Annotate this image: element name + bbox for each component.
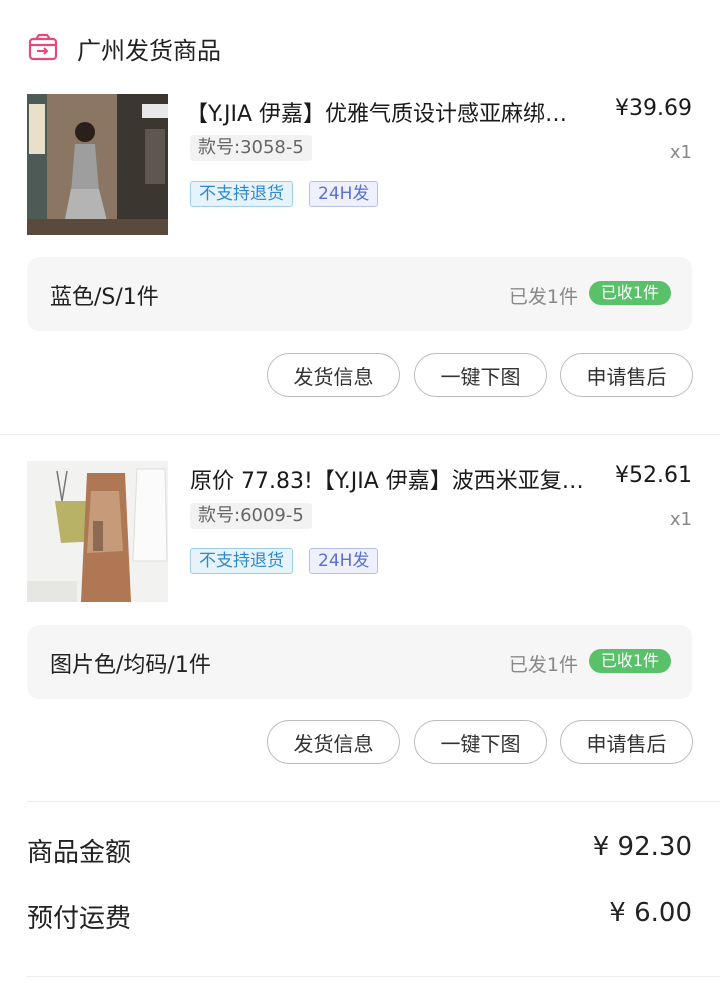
shipping-info-button[interactable]: 发货信息 [267,720,400,764]
after-sales-button[interactable]: 申请售后 [560,720,693,764]
product-image-1 [27,94,168,235]
received-badge: 已收1件 [588,649,671,673]
goods-amount-value: ¥ 92.30 [592,832,692,862]
product-thumbnail[interactable] [27,461,168,602]
divider [27,801,720,802]
section-header: 广州发货商品 [27,28,221,68]
variant-row: 蓝色/S/1件 已发1件 已收1件 [27,257,692,331]
divider [0,434,720,435]
ship-24h-tag: 24H发 [309,181,379,207]
goods-amount-row: 商品金额 ¥ 92.30 [27,832,692,869]
download-images-button[interactable]: 一键下图 [414,353,547,397]
freight-row: 预付运费 ¥ 6.00 [27,898,692,935]
product-image-2 [27,461,168,602]
product-price: ¥52.61 [615,463,692,488]
ship-24h-tag: 24H发 [309,548,379,574]
shipping-info-button[interactable]: 发货信息 [267,353,400,397]
product-quantity: x1 [669,509,692,530]
received-badge: 已收1件 [588,281,671,305]
product-sku: 款号:3058-5 [190,135,312,161]
variant-spec: 图片色/均码/1件 [50,653,211,678]
shipped-count: 已发1件 [508,286,578,308]
shipped-count: 已发1件 [508,654,578,676]
after-sales-button[interactable]: 申请售后 [560,353,693,397]
goods-amount-label: 商品金额 [27,838,132,868]
product-name[interactable]: 【Y.JIA 伊嘉】优雅气质设计感亚麻绑… [186,96,594,128]
no-return-tag: 不支持退货 [190,181,293,207]
package-send-icon [28,33,58,61]
variant-row: 图片色/均码/1件 已发1件 已收1件 [27,625,692,699]
variant-spec: 蓝色/S/1件 [50,285,159,310]
freight-label: 预付运费 [27,904,132,934]
product-name[interactable]: 原价 77.83!【Y.JIA 伊嘉】波西米亚复… [190,463,600,495]
divider [27,976,720,977]
download-images-button[interactable]: 一键下图 [414,720,547,764]
section-title: 广州发货商品 [77,36,221,65]
freight-value: ¥ 6.00 [609,898,692,928]
product-thumbnail[interactable] [27,94,168,235]
no-return-tag: 不支持退货 [190,548,293,574]
product-sku: 款号:6009-5 [190,503,312,529]
product-quantity: x1 [669,142,692,163]
product-price: ¥39.69 [615,96,692,121]
